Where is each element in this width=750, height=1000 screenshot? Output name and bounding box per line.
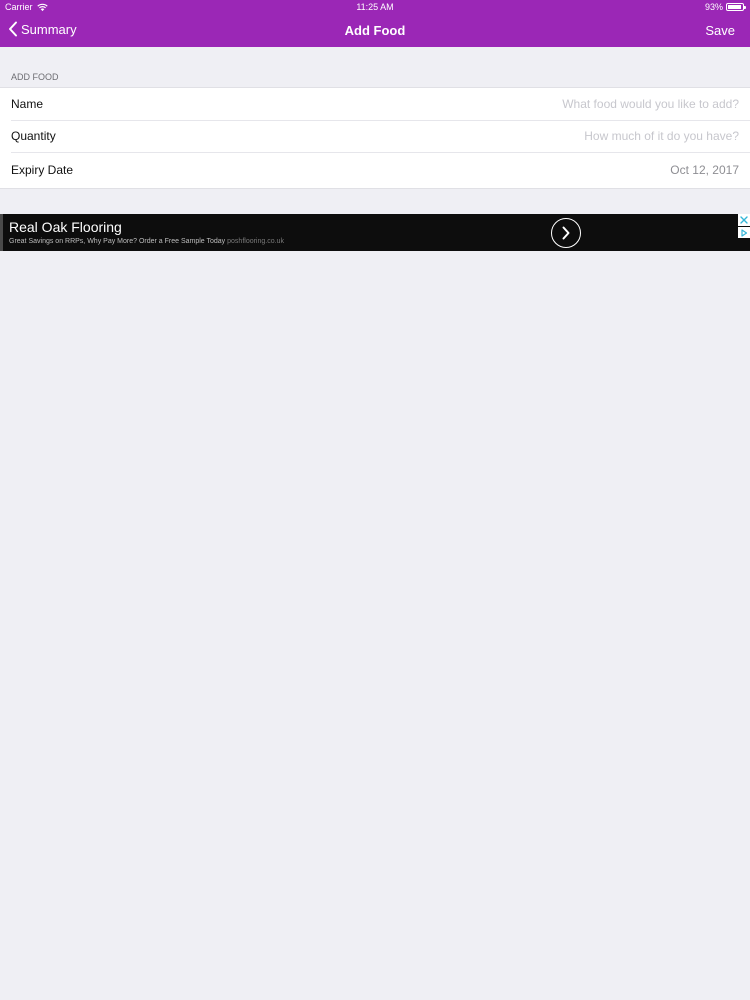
- save-button[interactable]: Save: [705, 23, 735, 38]
- battery-percentage: 93%: [704, 2, 723, 12]
- ad-close-button[interactable]: [738, 214, 750, 226]
- battery-icon: [726, 3, 746, 11]
- expiry-date-label: Expiry Date: [11, 163, 74, 177]
- expiry-date-value[interactable]: Oct 12, 2017: [670, 163, 739, 177]
- quantity-label: Quantity: [11, 129, 56, 143]
- ad-subtitle: Great Savings on RRPs, Why Pay More? Ord…: [9, 238, 284, 245]
- name-label: Name: [11, 97, 44, 111]
- status-bar: Carrier 11:25 AM 93%: [0, 0, 750, 15]
- ad-open-button[interactable]: [551, 218, 581, 248]
- section-header-add-food: ADD FOOD: [11, 72, 59, 82]
- page-title: Add Food: [344, 23, 406, 38]
- close-icon: [740, 216, 748, 224]
- chevron-right-icon: [562, 226, 570, 240]
- status-battery: 93%: [704, 2, 746, 12]
- ad-subtitle-text: Great Savings on RRPs, Why Pay More? Ord…: [9, 238, 226, 245]
- ad-title: Real Oak Flooring: [9, 219, 122, 235]
- expiry-date-row[interactable]: Expiry Date Oct 12, 2017: [0, 152, 750, 188]
- battery-level-fill: [728, 5, 741, 9]
- name-input[interactable]: [379, 97, 739, 111]
- name-row: Name: [0, 88, 750, 120]
- ad-choices-button[interactable]: [738, 227, 750, 238]
- status-time: 11:25 AM: [356, 2, 394, 12]
- quantity-row: Quantity: [0, 120, 750, 152]
- quantity-input[interactable]: [379, 129, 739, 143]
- navigation-header: Carrier 11:25 AM 93% Summary Add Food Sa…: [0, 0, 750, 47]
- ad-domain: poshflooring.co.uk: [227, 238, 284, 245]
- add-food-form: Name Quantity Expiry Date Oct 12, 2017: [0, 87, 750, 189]
- ad-banner[interactable]: Real Oak Flooring Great Savings on RRPs,…: [0, 214, 750, 251]
- ad-choices-icon: [741, 228, 748, 237]
